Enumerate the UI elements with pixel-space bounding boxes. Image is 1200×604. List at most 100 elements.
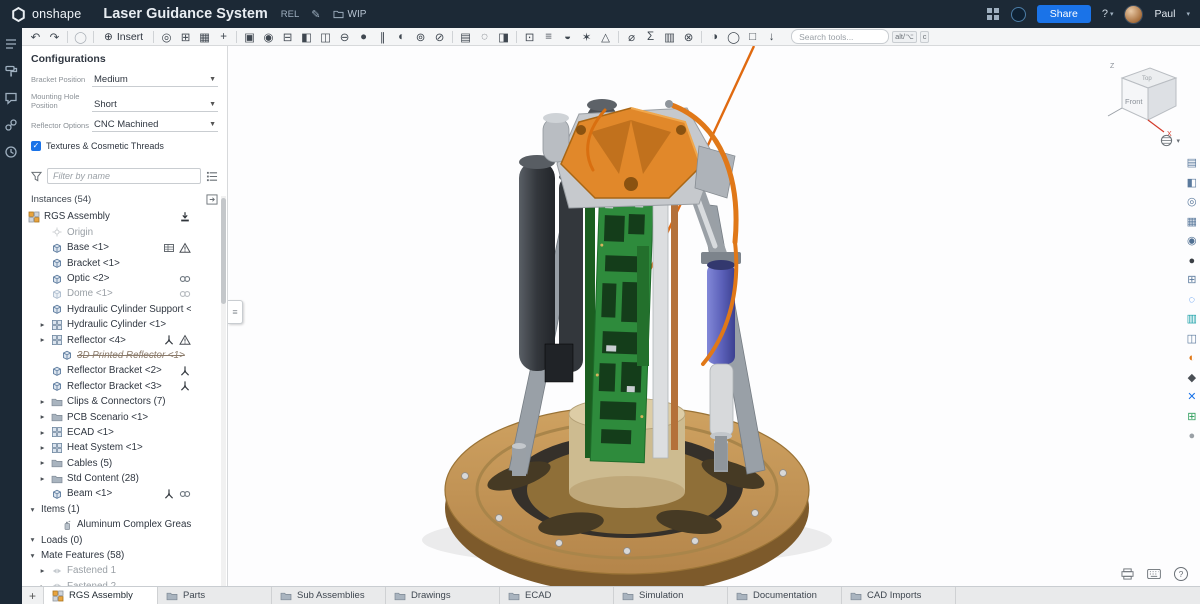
- tree-row[interactable]: ▾Mate Features (58): [22, 548, 227, 563]
- named-views-icon[interactable]: ◉: [1187, 236, 1197, 247]
- textures-checkbox[interactable]: ✓: [31, 141, 41, 151]
- view-settings-button[interactable]: ▾: [1160, 134, 1180, 147]
- tab-ecad[interactable]: ECAD: [500, 587, 614, 604]
- target-icon[interactable]: ◌: [1189, 295, 1196, 306]
- tree-row[interactable]: Reflector Bracket <3>: [22, 379, 227, 394]
- tangent-mate-icon[interactable]: ◐: [392, 29, 411, 45]
- tree-row[interactable]: ▸Reflector <4>: [22, 332, 227, 347]
- revolute-mate-icon[interactable]: ◉: [259, 29, 278, 45]
- appearance-icon[interactable]: [4, 64, 18, 78]
- tree-row[interactable]: 3D Printed Reflector <1>: [22, 348, 227, 363]
- mate-icon[interactable]: ◎: [157, 29, 176, 45]
- 3d-model[interactable]: [369, 46, 929, 586]
- resource-center-icon[interactable]: [1011, 7, 1026, 22]
- bom-panel-icon[interactable]: ▤: [1187, 158, 1197, 169]
- tree-row[interactable]: Origin: [22, 225, 227, 240]
- user-avatar[interactable]: [1124, 5, 1143, 24]
- layers-icon[interactable]: ▦: [1187, 217, 1197, 228]
- tree-row[interactable]: ▸Clips & Connectors (7): [22, 394, 227, 409]
- graphics-canvas[interactable]: Front Top Z X ▾ ▤◧◎▦◉●⊞◌▥◫◐◆✕⊞● ?: [229, 46, 1200, 586]
- mate-connector-icon[interactable]: +: [214, 29, 233, 45]
- edit-in-context-icon[interactable]: ◯: [71, 29, 90, 45]
- chevron-down-icon[interactable]: ▾: [28, 552, 37, 560]
- mates-panel-icon[interactable]: ◎: [1187, 197, 1197, 208]
- tree-row[interactable]: ▸ECAD <1>: [22, 425, 227, 440]
- tree-row[interactable]: ▸Fastened 2: [22, 579, 227, 586]
- panel-collapse-handle[interactable]: ≡: [228, 300, 243, 324]
- share-button[interactable]: Share: [1037, 5, 1091, 23]
- list-view-icon[interactable]: [206, 171, 218, 182]
- tree-row[interactable]: Reflector Bracket <2>: [22, 363, 227, 378]
- replicate-icon[interactable]: ▦: [195, 29, 214, 45]
- hole-icon[interactable]: ◯: [724, 29, 743, 45]
- chevron-down-icon[interactable]: ▾: [28, 506, 37, 514]
- undo-icon[interactable]: ↶: [26, 29, 45, 45]
- tree-row[interactable]: ▾Loads (0): [22, 532, 227, 547]
- slider-mate-icon[interactable]: ⊟: [278, 29, 297, 45]
- tool-search-input[interactable]: [791, 29, 889, 44]
- tab-drawings[interactable]: Drawings: [386, 587, 500, 604]
- chevron-right-icon[interactable]: ▸: [38, 459, 47, 467]
- filter-funnel-icon[interactable]: [31, 171, 42, 182]
- chevron-right-icon[interactable]: ▸: [38, 429, 47, 437]
- group-icon[interactable]: ⊞: [176, 29, 195, 45]
- pin-slot-mate-icon[interactable]: ⊖: [335, 29, 354, 45]
- tree-row[interactable]: Hydraulic Cylinder Support <1>: [22, 302, 227, 317]
- app-store-icon[interactable]: [986, 7, 1000, 21]
- tab-sub-assemblies[interactable]: Sub Assemblies: [272, 587, 386, 604]
- tree-row[interactable]: Dome <1>: [22, 286, 227, 301]
- sphere-panel-icon[interactable]: ●: [1188, 431, 1195, 442]
- tree-row[interactable]: Aluminum Complex Grease <1>: [22, 517, 227, 532]
- circular-pattern-icon[interactable]: ◌: [475, 29, 494, 45]
- mirror-icon[interactable]: ◨: [494, 29, 513, 45]
- comments-icon[interactable]: [4, 91, 18, 105]
- tree-row[interactable]: ▸Std Content (28): [22, 471, 227, 486]
- bracket-position-dropdown[interactable]: Medium ▼: [92, 73, 218, 87]
- planar-mate-icon[interactable]: ◧: [297, 29, 316, 45]
- configurations-panel-icon[interactable]: ⊞: [1187, 275, 1196, 286]
- add-tab-button[interactable]: +: [22, 587, 44, 604]
- measure-icon[interactable]: ⌀: [622, 29, 641, 45]
- chevron-right-icon[interactable]: ▸: [38, 444, 47, 452]
- tree-row[interactable]: RGS Assembly: [22, 209, 227, 224]
- workspace-indicator[interactable]: WIP: [333, 9, 367, 20]
- fastened-mate-icon[interactable]: ▣: [240, 29, 259, 45]
- chevron-right-icon[interactable]: ▸: [38, 321, 47, 329]
- chevron-right-icon[interactable]: ▸: [38, 413, 47, 421]
- tree-row[interactable]: Beam <1>: [22, 486, 227, 501]
- chevron-right-icon[interactable]: ▸: [38, 336, 47, 344]
- top-bracket[interactable]: [543, 108, 735, 208]
- display-states-icon[interactable]: ◒: [558, 29, 577, 45]
- export-icon[interactable]: ↓: [762, 29, 781, 45]
- screw-relation-icon[interactable]: ⊘: [430, 29, 449, 45]
- tab-rgs-assembly[interactable]: RGS Assembly: [44, 587, 158, 604]
- tab-cad-imports[interactable]: CAD Imports: [842, 587, 956, 604]
- help-icon[interactable]: ?: [1174, 567, 1188, 581]
- filter-input[interactable]: [47, 168, 201, 184]
- mass-properties-icon[interactable]: Σ: [641, 29, 660, 45]
- linked-documents-icon[interactable]: [4, 118, 18, 132]
- tree-row[interactable]: Bracket <1>: [22, 255, 227, 270]
- onshape-logo[interactable]: onshape: [10, 6, 81, 23]
- print-icon[interactable]: [1121, 568, 1134, 580]
- tab-documentation[interactable]: Documentation: [728, 587, 842, 604]
- view-cube[interactable]: Front Top Z X: [1098, 54, 1190, 138]
- section-view-icon[interactable]: △: [596, 29, 615, 45]
- tree-row[interactable]: ▸Heat System <1>: [22, 440, 227, 455]
- export-spreadsheet-icon[interactable]: ✕: [1187, 392, 1196, 403]
- chevron-right-icon[interactable]: ▸: [38, 567, 47, 575]
- parts-list-icon[interactable]: ◧: [1187, 178, 1197, 189]
- insert-button[interactable]: ⊕ Insert: [97, 31, 150, 43]
- mounting-hole-dropdown[interactable]: Short ▼: [92, 98, 218, 112]
- linear-pattern-icon[interactable]: ▤: [456, 29, 475, 45]
- chevron-right-icon[interactable]: ▸: [38, 475, 47, 483]
- keyboard-shortcuts-icon[interactable]: [1147, 569, 1161, 579]
- sheet-metal-icon[interactable]: □: [743, 29, 762, 45]
- help-menu[interactable]: ? ▾: [1102, 8, 1114, 20]
- tab-parts[interactable]: Parts: [158, 587, 272, 604]
- tree-row[interactable]: Optic <2>: [22, 271, 227, 286]
- apps-panel-icon[interactable]: ⊞: [1187, 412, 1196, 423]
- tree-row[interactable]: ▸Fastened 1: [22, 563, 227, 578]
- appearance-icon[interactable]: ◑: [705, 29, 724, 45]
- render-studio-icon[interactable]: ◐: [1188, 353, 1195, 364]
